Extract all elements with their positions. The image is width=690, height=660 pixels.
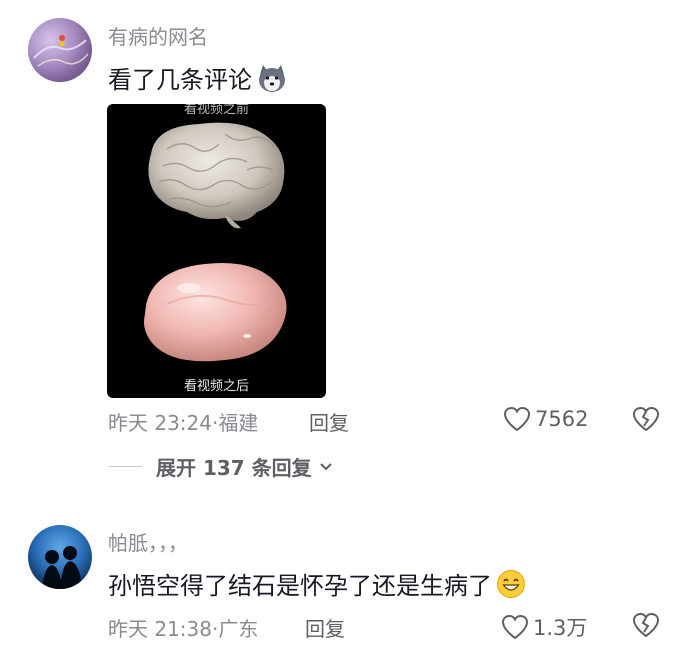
like-count: 1.3万 — [533, 616, 588, 640]
heart-icon — [503, 406, 531, 432]
timestamp: 昨天 23:24 — [108, 411, 212, 435]
username[interactable]: 有病的网名 — [108, 21, 208, 50]
media-caption: 看视频之后 — [183, 379, 249, 394]
comment-image[interactable]: 看视频之前 看视频之后 — [107, 104, 326, 398]
location: 广东 — [218, 617, 259, 641]
brain-image — [144, 122, 287, 362]
comment-text-content: 看了几条评论 — [108, 66, 252, 94]
like-button[interactable]: 7562 — [503, 406, 588, 432]
expand-replies-label: 展开 137 条回复 — [156, 456, 312, 480]
husky-emoji-icon — [256, 63, 288, 99]
comment-text-content: 孙悟空得了结石是怀孕了还是生病了 — [108, 572, 492, 600]
comment-text: 孙悟空得了结石是怀孕了还是生病了 — [108, 566, 526, 605]
heart-icon — [501, 614, 529, 640]
comment-meta: 昨天 21:38·广东 — [108, 613, 258, 642]
grin-emoji-icon — [496, 569, 526, 605]
location: 福建 — [218, 411, 259, 435]
dislike-button[interactable] — [632, 406, 660, 436]
broken-heart-icon — [632, 406, 660, 432]
comment-meta: 昨天 23:24·福建 — [108, 407, 258, 436]
username[interactable]: 帕胝，，， — [108, 527, 188, 556]
broken-heart-icon — [632, 612, 660, 638]
media-caption-top: 看视频之前 — [183, 104, 249, 117]
reply-button[interactable]: 回复 — [305, 613, 345, 642]
like-count: 7562 — [535, 407, 589, 431]
like-button[interactable]: 1.3万 — [501, 612, 587, 642]
divider — [108, 466, 142, 467]
expand-replies-button[interactable]: 展开 137 条回复 — [108, 452, 334, 481]
avatar[interactable] — [28, 525, 92, 589]
comment-text: 看了几条评论 — [108, 60, 288, 99]
chevron-down-icon — [319, 462, 332, 470]
timestamp: 昨天 21:38 — [108, 617, 212, 641]
avatar[interactable] — [28, 18, 92, 82]
dislike-button[interactable] — [632, 612, 660, 642]
reply-button[interactable]: 回复 — [309, 407, 349, 436]
